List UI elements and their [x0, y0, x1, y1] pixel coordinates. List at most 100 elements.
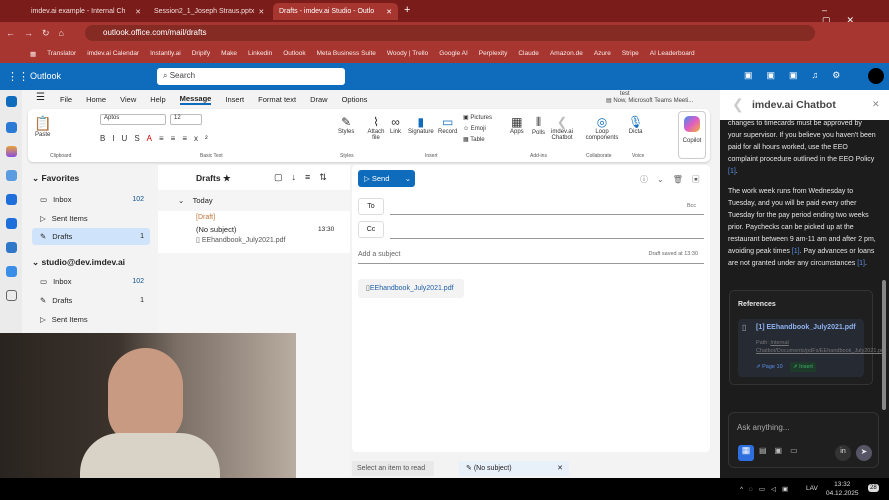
chatbot-button[interactable]: ❮ imdev.ai Chatbot	[548, 115, 576, 141]
attachment-chip[interactable]: ▯EEhandbook_July2021.pdf	[358, 279, 464, 298]
emoji-button[interactable]: ☺ Emoji	[463, 124, 492, 135]
bookmark[interactable]: Dripify	[192, 50, 210, 57]
link-button[interactable]: ∞ Link	[390, 115, 401, 135]
url-field[interactable]: outlook.office.com/mail/drafts	[85, 25, 815, 41]
app-launcher-icon[interactable]: ⋮⋮	[7, 70, 29, 83]
grid-icon[interactable]: ▦	[738, 445, 754, 461]
attachment-type-icons[interactable]: ▤▣▭	[759, 446, 806, 455]
list-item[interactable]: [Draft] (No subject) 13:30 ▯ EEhandbook_…	[158, 211, 350, 253]
close-icon[interactable]: ✕	[258, 8, 264, 16]
font-size-select[interactable]: 12	[170, 114, 202, 125]
send-button[interactable]: ▷ Send ⌄	[358, 170, 415, 187]
clock[interactable]: 13:32 04.12.2025	[826, 480, 859, 498]
bookmark[interactable]: AI Leaderboard	[650, 50, 695, 57]
org-icon[interactable]	[6, 242, 17, 253]
notification-badge[interactable]: 28	[868, 484, 879, 492]
cc-button[interactable]: Cc	[358, 221, 384, 238]
todo-icon[interactable]	[6, 194, 17, 205]
apps-icon[interactable]	[6, 290, 17, 301]
to-button[interactable]: To	[358, 198, 384, 215]
send-icon[interactable]: ➤	[856, 445, 872, 461]
bookmark[interactable]: Make	[221, 50, 237, 57]
folder-inbox[interactable]: ▭ Inbox 102	[32, 273, 150, 290]
reference-title[interactable]: [1] EEhandbook_July2021.pdf	[756, 324, 856, 331]
close-icon[interactable]: ✕	[135, 8, 141, 16]
path-link[interactable]: Internal Chatbot/Documents/pdFs/EEhandbo…	[756, 340, 886, 354]
ribbon-tab-home[interactable]: Home	[86, 95, 106, 104]
linkedin-icon[interactable]: in	[835, 445, 851, 461]
scrollbar[interactable]	[882, 280, 886, 410]
bookmark[interactable]: Azure	[594, 50, 611, 57]
group-today[interactable]: ⌄ Today	[178, 196, 213, 205]
draft-tab[interactable]: ✎ (No subject) ✕	[459, 461, 569, 476]
dictate-button[interactable]: 🎙 Dicta	[628, 115, 643, 135]
folder-sent[interactable]: ▷ Sent Items	[32, 210, 150, 227]
loop-button[interactable]: ◎ Loop components	[582, 115, 622, 141]
folder-drafts[interactable]: ✎ Drafts 1	[32, 292, 150, 309]
bookmark[interactable]: Meta Business Suite	[317, 50, 376, 57]
attach-button[interactable]: ⌇ Attach file	[366, 115, 386, 141]
paste-button[interactable]: 📋 Paste	[34, 115, 51, 138]
folder-drafts[interactable]: ✎ Drafts 1	[32, 228, 150, 245]
bookmark[interactable]: Stripe	[622, 50, 639, 57]
ribbon-tab-draw[interactable]: Draw	[310, 95, 328, 104]
favorites-header[interactable]: ⌄ Favorites	[32, 173, 79, 184]
citation-link[interactable]: [1]	[792, 248, 800, 255]
close-icon[interactable]: ✕	[872, 99, 880, 110]
folder-sent[interactable]: ▷ Sent Items	[32, 311, 150, 328]
subject-field[interactable]: Add a subject Draft saved at 13:30	[358, 251, 704, 264]
chat-input[interactable]: Ask anything...	[737, 423, 789, 432]
apps-button[interactable]: ▦ Apps	[510, 115, 524, 135]
new-tab-icon[interactable]: +	[404, 4, 410, 16]
calendar-icon[interactable]	[6, 122, 17, 133]
avatar[interactable]	[868, 68, 884, 84]
bookmark[interactable]: imdev.ai Calendar	[87, 50, 139, 57]
bookmark[interactable]: Woody | Trello	[387, 50, 428, 57]
close-icon[interactable]: ✕	[386, 8, 392, 16]
to-field[interactable]	[390, 214, 704, 215]
bookmark[interactable]: Outlook	[283, 50, 305, 57]
compose-toolbar-icons[interactable]: ⓘ⌄🗑▣	[640, 174, 709, 185]
list-toolbar-icons[interactable]: ▢↓≡⇅	[274, 172, 336, 183]
bookmark[interactable]: Google AI	[439, 50, 468, 57]
bookmark[interactable]: Instantly.ai	[150, 50, 181, 57]
copilot-icon[interactable]	[6, 146, 17, 157]
apps-icon[interactable]: ▦	[30, 50, 36, 58]
ribbon-tab-format-text[interactable]: Format text	[258, 95, 296, 104]
bookmark[interactable]: Amazon.de	[550, 50, 583, 57]
citation-link[interactable]: [1]	[857, 260, 865, 267]
account-header[interactable]: ⌄ studio@dev.imdev.ai	[32, 257, 125, 268]
bookmark[interactable]: Perplexity	[479, 50, 508, 57]
ribbon-tab-options[interactable]: Options	[342, 95, 368, 104]
ribbon-tab-help[interactable]: Help	[150, 95, 165, 104]
styles-button[interactable]: ✎ Styles	[338, 115, 354, 135]
reading-pane-tab[interactable]: Select an item to read	[352, 461, 434, 476]
tray-icons[interactable]: ^◌▭◁▣	[740, 485, 794, 493]
bcc-button[interactable]: Bcc	[687, 203, 696, 209]
search-input[interactable]: ⌕ Search	[157, 68, 345, 85]
bookmark[interactable]: Linkedin	[248, 50, 272, 57]
citation-link[interactable]: [1]	[728, 168, 736, 175]
browser-tab[interactable]: imdev.ai example - Internal Ch ✕	[25, 3, 147, 20]
bookmark[interactable]: Claude	[518, 50, 539, 57]
font-select[interactable]: Aptos	[100, 114, 166, 125]
insert-button[interactable]: ⇗ Insert	[790, 362, 816, 372]
polls-button[interactable]: ⫴ Polls	[532, 115, 545, 136]
nav-icons[interactable]: ←→↻⌂	[6, 28, 73, 39]
onedrive-icon[interactable]	[6, 266, 17, 277]
ribbon-tab-insert[interactable]: Insert	[225, 95, 244, 104]
copilot-button[interactable]: Copilot	[678, 111, 706, 159]
browser-tab-active[interactable]: Drafts - imdev.ai Studio - Outlo ✕	[273, 3, 398, 20]
format-buttons[interactable]: BIUSA≡≡≡x²	[100, 134, 215, 143]
close-icon[interactable]: ✕	[557, 464, 563, 472]
page-button[interactable]: ⇗ Page 10	[756, 364, 783, 370]
ribbon-tab-file[interactable]: File	[60, 95, 72, 104]
record-button[interactable]: ▭ Record	[438, 115, 457, 135]
cc-field[interactable]	[390, 238, 704, 239]
signature-button[interactable]: ▮ Signature	[408, 115, 434, 135]
files-icon[interactable]	[6, 218, 17, 229]
table-button[interactable]: ▦ Table	[463, 135, 492, 146]
browser-tab[interactable]: Session2_1_Joseph Straus.pptx ✕	[148, 3, 270, 20]
menu-icon[interactable]: ☰	[36, 92, 45, 103]
mail-icon[interactable]	[6, 96, 17, 107]
